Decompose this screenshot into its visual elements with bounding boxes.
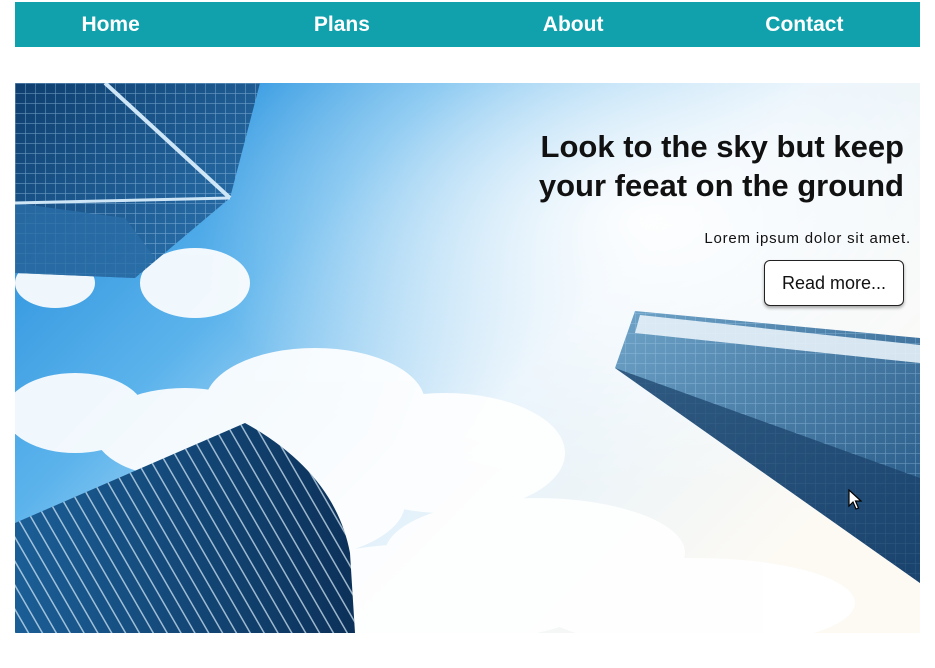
- nav-item-about[interactable]: About: [458, 2, 689, 47]
- nav-item-contact[interactable]: Contact: [689, 2, 920, 47]
- hero-banner: Look to the sky but keep your feeat on t…: [15, 83, 920, 633]
- hero-headline: Look to the sky but keep your feeat on t…: [538, 129, 904, 203]
- nav-item-home[interactable]: Home: [0, 2, 226, 47]
- hero-subtext: Lorem ipsum dolor sit amet.: [704, 230, 911, 247]
- top-navigation-bar: Home Plans About Contact: [15, 2, 920, 47]
- mouse-pointer-icon: [848, 489, 862, 510]
- read-more-button[interactable]: Read more...: [764, 260, 904, 306]
- nav-item-plans[interactable]: Plans: [226, 2, 457, 47]
